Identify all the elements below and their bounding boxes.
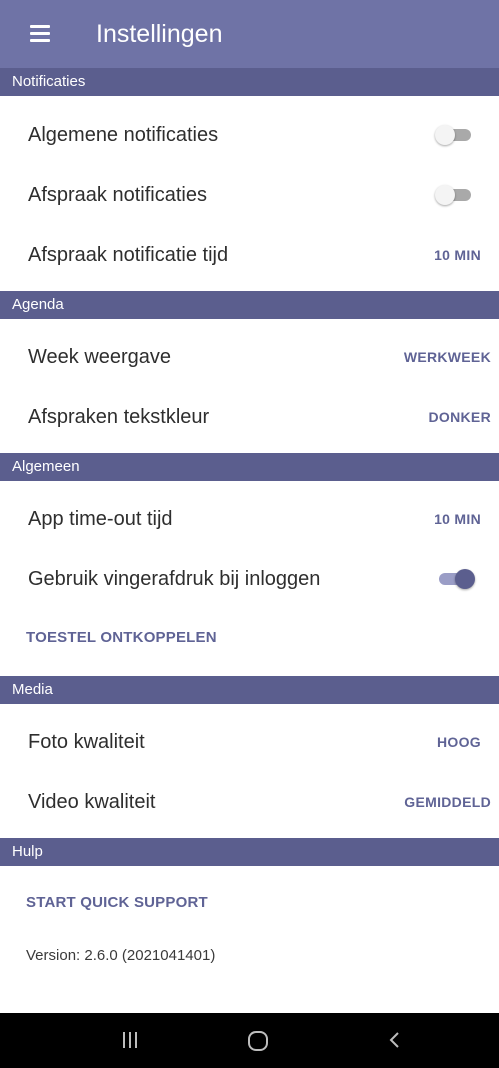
setting-app-timeout-tijd[interactable]: App time-out tijd 10 MIN [0, 491, 499, 547]
recent-apps-icon[interactable] [95, 1013, 165, 1068]
start-quick-support-button[interactable]: START QUICK SUPPORT [0, 878, 499, 928]
hamburger-menu-icon[interactable] [30, 25, 50, 42]
afspraak-notificaties-toggle[interactable] [435, 185, 473, 205]
section-header-media: Media [0, 676, 499, 704]
setting-afspraak-notificaties[interactable]: Afspraak notificaties [0, 167, 499, 223]
setting-value[interactable]: HOOG [437, 714, 481, 770]
app-bar: Instellingen [0, 0, 499, 68]
setting-algemene-notificaties[interactable]: Algemene notificaties [0, 107, 499, 163]
setting-label: Afspraak notificaties [28, 184, 207, 206]
toggle-thumb [435, 125, 455, 145]
button-label: START QUICK SUPPORT [26, 894, 208, 911]
setting-label: Afspraken tekstkleur [28, 406, 210, 428]
toestel-ontkoppelen-button[interactable]: TOESTEL ONTKOPPELEN [0, 613, 499, 663]
setting-value[interactable]: 10 MIN [434, 491, 481, 547]
setting-label: App time-out tijd [28, 508, 173, 530]
vingerafdruk-toggle[interactable] [437, 569, 475, 589]
setting-afspraak-notificatie-tijd[interactable]: Afspraak notificatie tijd 10 MIN [0, 227, 499, 283]
version-text: Version: 2.6.0 (2021041401) [26, 947, 216, 964]
page-title: Instellingen [96, 20, 223, 48]
section-header-notificaties: Notificaties [0, 68, 499, 96]
toggle-thumb [435, 185, 455, 205]
setting-label: Afspraak notificatie tijd [28, 244, 229, 266]
setting-vingerafdruk[interactable]: Gebruik vingerafdruk bij inloggen [0, 551, 499, 607]
setting-label: Gebruik vingerafdruk bij inloggen [28, 568, 321, 590]
back-icon[interactable] [360, 1013, 430, 1068]
toggle-thumb [455, 569, 475, 589]
algemene-notificaties-toggle[interactable] [435, 125, 473, 145]
home-icon[interactable] [222, 1013, 292, 1068]
setting-foto-kwaliteit[interactable]: Foto kwaliteit HOOG [0, 714, 499, 770]
setting-label: Week weergave [28, 346, 172, 368]
setting-value[interactable]: 10 MIN [434, 227, 481, 283]
setting-value[interactable]: GEMIDDELD [404, 774, 491, 830]
setting-value[interactable]: WERKWEEK [404, 329, 491, 385]
section-header-algemeen: Algemeen [0, 453, 499, 481]
setting-value[interactable]: DONKER [429, 389, 491, 445]
section-header-hulp: Hulp [0, 838, 499, 866]
button-label: TOESTEL ONTKOPPELEN [26, 629, 217, 646]
setting-label: Foto kwaliteit [28, 731, 145, 753]
section-header-agenda: Agenda [0, 291, 499, 319]
setting-label: Video kwaliteit [28, 791, 156, 813]
setting-afspraken-tekstkleur[interactable]: Afspraken tekstkleur DONKER [0, 389, 499, 445]
setting-video-kwaliteit[interactable]: Video kwaliteit GEMIDDELD [0, 774, 499, 830]
setting-label: Algemene notificaties [28, 124, 219, 146]
setting-week-weergave[interactable]: Week weergave WERKWEEK [0, 329, 499, 385]
system-navigation-bar [0, 1013, 499, 1068]
